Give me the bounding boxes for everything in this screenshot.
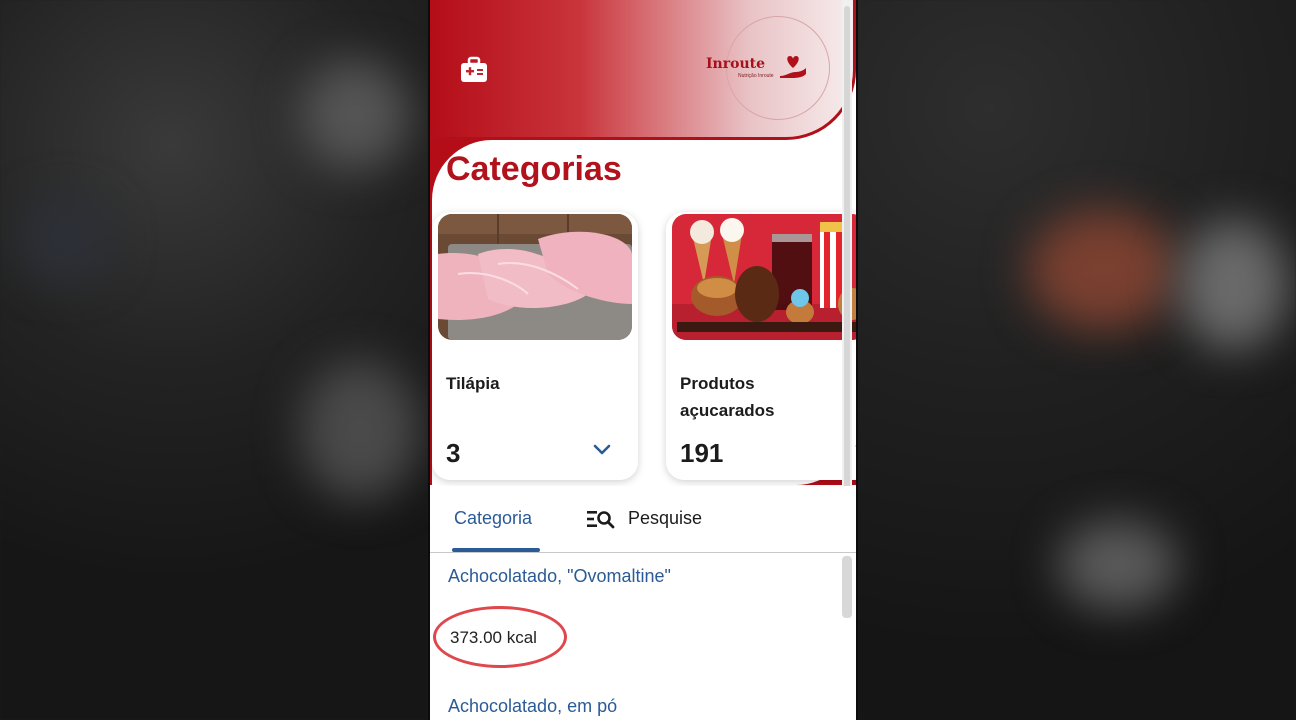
sugary-products-image xyxy=(672,214,856,340)
tilapia-image xyxy=(438,214,632,340)
tab-pesquise[interactable]: Pesquise xyxy=(586,508,702,529)
background-right xyxy=(858,0,1296,720)
chevron-down-icon[interactable] xyxy=(592,442,612,458)
background-left xyxy=(0,0,428,720)
category-card-tilapia[interactable]: Tilápia 3 xyxy=(432,212,638,480)
list-scrollbar-thumb[interactable] xyxy=(842,556,852,618)
category-count: 191 xyxy=(680,438,724,468)
logo-text: Inroute xyxy=(706,56,765,72)
chevron-down-icon[interactable] xyxy=(854,442,858,458)
category-name: Tilápia xyxy=(446,374,500,393)
tab-bar: Categoria Pesquise xyxy=(430,486,856,553)
scrollbar-thumb[interactable] xyxy=(844,6,850,490)
page-title: Categorias xyxy=(446,150,622,188)
category-name: Produtos açucarados xyxy=(680,374,775,420)
tab-pesquise-label: Pesquise xyxy=(628,508,703,528)
food-list: Achocolatado, "Ovomaltine" 373.00 kcal A… xyxy=(430,554,856,720)
food-item-name[interactable]: Achocolatado, "Ovomaltine" xyxy=(448,566,671,587)
food-item-kcal: 373.00 kcal xyxy=(450,628,537,647)
first-aid-kit-icon[interactable] xyxy=(458,54,490,86)
logo-subtext: Nutrição Inroute xyxy=(738,73,774,79)
food-item-name[interactable]: Achocolatado, em pó xyxy=(448,696,617,717)
tab-categoria[interactable]: Categoria xyxy=(454,508,532,529)
category-card-sugary-products[interactable]: Produtos açucarados 191 xyxy=(666,212,858,480)
mobile-app-screen: Inroute Nutrição Inroute Categorias Tilá… xyxy=(428,0,858,720)
search-list-icon xyxy=(587,510,615,528)
category-count: 3 xyxy=(446,438,461,468)
active-tab-indicator xyxy=(452,548,540,552)
heart-hand-logo-icon xyxy=(780,56,806,78)
